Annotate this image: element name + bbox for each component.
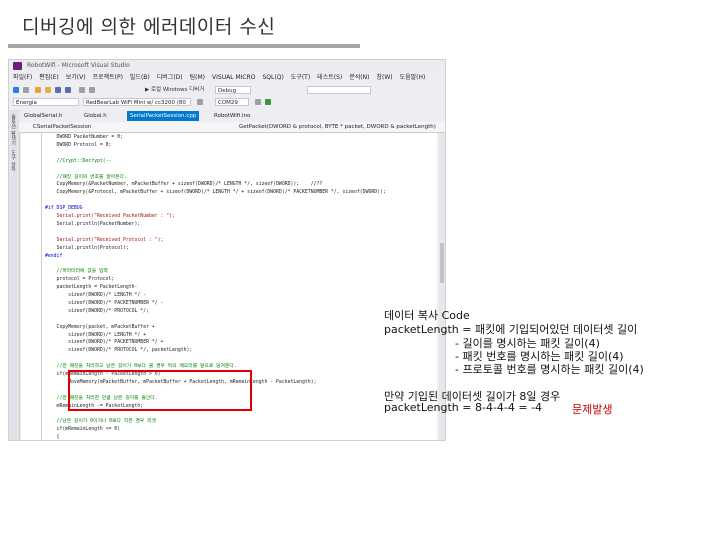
- tab-robotwifi-ino[interactable]: RobotWifi.ino: [211, 111, 253, 121]
- vs-menubar: 파일(F) 편집(E) 보기(V) 프로젝트(P) 빌드(B) 디버그(D) 팀…: [9, 73, 445, 83]
- toolbox-tab[interactable]: 도구 상자: [10, 150, 17, 172]
- open-folder-icon[interactable]: [45, 87, 51, 93]
- undo-icon[interactable]: [79, 87, 85, 93]
- slide-title: 디버깅에 의한 에러데이터 수신: [22, 16, 276, 38]
- code-line: Serial.print("Received Protocol : ");: [45, 237, 164, 243]
- visual-studio-logo-icon: [13, 62, 22, 70]
- problem-label: 문제발생: [572, 403, 613, 416]
- menu-help[interactable]: 도움말(H): [400, 73, 426, 83]
- code-line: Serial.println(PacketNumber);: [45, 221, 141, 227]
- code-line: sizeof(DWORD)/* PACKETNUMBER */ -: [45, 300, 164, 306]
- code-line: //남은 길이가 0이거나 0보다 작은 경우 리셋: [45, 419, 157, 425]
- platform-select[interactable]: Energia: [13, 98, 79, 106]
- member-dropdown[interactable]: GetPacket(DWORD & protocol, BYTE * packe…: [239, 122, 436, 132]
- code-line: Serial.println(Protocol);: [45, 245, 129, 251]
- vs-side-panel: 솔루션 탐색기 도구 상자: [9, 110, 20, 440]
- save-all-icon[interactable]: [65, 87, 71, 93]
- vs-titlebar: RobotWifi - Microsoft Visual Studio: [9, 60, 445, 72]
- class-dropdown[interactable]: CSerialPacketSession: [33, 122, 91, 132]
- note-protocol-field: - 프로토콜 번호를 명시하는 패킷 길이(4): [455, 363, 644, 376]
- code-line: sizeof(DWORD)/* PROTOCOL */;: [45, 308, 149, 314]
- title-underline: [8, 44, 360, 48]
- port-select[interactable]: COM29: [215, 98, 249, 106]
- tab-serialpacketsession-cpp[interactable]: SerialPacketSession.cpp: [127, 111, 200, 121]
- back-icon[interactable]: [13, 87, 19, 93]
- code-line: CopyMemory(&PacketNumber, mPacketBuffer …: [45, 182, 323, 188]
- code-line: Serial.print("Received PacketNumber : ")…: [45, 214, 175, 219]
- code-line: if(mRemainLength <= 0): [45, 427, 121, 433]
- editor-tabs: GlobalSerial.h Global.h SerialPacketSess…: [19, 111, 445, 121]
- redo-icon[interactable]: [89, 87, 95, 93]
- code-line: DWORD PacketNumber = 0;: [45, 135, 123, 140]
- serial-monitor-icon[interactable]: [255, 99, 261, 105]
- note-result: packetLength = 8-4-4-4 = -4: [384, 401, 543, 414]
- visual-studio-screenshot: RobotWifi - Microsoft Visual Studio 파일(F…: [8, 59, 446, 441]
- menu-build[interactable]: 빌드(B): [130, 73, 150, 83]
- code-line: #if DSP_DEBUG: [45, 206, 83, 212]
- menu-test[interactable]: 테스트(S): [317, 73, 342, 83]
- vs-window-title: RobotWifi - Microsoft Visual Studio: [27, 62, 130, 69]
- start-debugging-button[interactable]: ▶ 로컬 Windows 디버거: [145, 86, 204, 94]
- copy-memory-highlight-box: [68, 370, 252, 411]
- menu-team[interactable]: 팀(M): [190, 73, 205, 83]
- menu-file[interactable]: 파일(F): [13, 73, 32, 83]
- tab-global-h[interactable]: Global.h: [81, 111, 110, 121]
- save-icon[interactable]: [55, 87, 61, 93]
- code-line: CopyMemory(&Protocol, mPacketBuffer + si…: [45, 190, 386, 196]
- board-settings-icon[interactable]: [197, 99, 203, 105]
- menu-window[interactable]: 창(W): [376, 73, 392, 83]
- vs-toolbar: ▶ 로컬 Windows 디버거 Debug: [9, 85, 445, 96]
- code-line: //파라미터에 값을 입력: [45, 269, 108, 275]
- code-line: sizeof(DWORD)/* LENGTH */ +: [45, 332, 147, 338]
- menu-analyze[interactable]: 분석(N): [349, 73, 369, 83]
- menu-project[interactable]: 프로젝트(P): [93, 73, 123, 83]
- code-line: CopyMemory(packet, mPacketBuffer +: [45, 324, 155, 330]
- code-line: sizeof(DWORD)/* LENGTH */ -: [45, 293, 147, 298]
- code-line: sizeof(DWORD)/* PACKETNUMBER */ +: [45, 340, 164, 346]
- board-select[interactable]: RedBearLab WiFi Mini w/ cc3200 (80: [83, 98, 191, 106]
- code-line: DWORD Protocol = 0;: [45, 142, 112, 148]
- code-line: protocol = Protocol;: [45, 277, 115, 283]
- menu-view[interactable]: 보기(V): [66, 73, 86, 83]
- menu-debug[interactable]: 디버그(D): [157, 73, 183, 83]
- forward-icon[interactable]: [23, 87, 29, 93]
- code-line: //패킷 길이와 번호를 알아온다.: [45, 174, 127, 180]
- vs-visual-micro-toolbar: Energia RedBearLab WiFi Mini w/ cc3200 (…: [9, 97, 445, 108]
- navigation-bar: CSerialPacketSession GetPacket(DWORD & p…: [19, 122, 445, 133]
- outline-guide: [41, 133, 42, 440]
- menu-sql[interactable]: SQL(Q): [263, 73, 284, 83]
- code-line: #endif: [45, 253, 63, 259]
- new-project-icon[interactable]: [35, 87, 41, 93]
- solution-explorer-tab[interactable]: 솔루션 탐색기: [10, 114, 17, 146]
- code-line: //Crypt::Decrypt(--: [45, 158, 112, 164]
- upload-icon[interactable]: [265, 99, 271, 105]
- find-box[interactable]: [307, 86, 371, 94]
- code-line: sizeof(DWORD)/* PROTOCOL */, packetLengt…: [45, 348, 193, 354]
- code-line: packetLength = PacketLength-: [45, 285, 138, 291]
- menu-edit[interactable]: 편집(E): [39, 73, 59, 83]
- tab-globalserial-h[interactable]: GlobalSerial.h: [21, 111, 65, 121]
- configuration-select[interactable]: Debug: [215, 86, 251, 94]
- editor-scroll-thumb[interactable]: [440, 243, 444, 283]
- menu-visual-micro[interactable]: VISUAL MICRO: [212, 73, 255, 83]
- menu-tools[interactable]: 도구(T): [291, 73, 310, 83]
- code-line: {: [45, 435, 60, 440]
